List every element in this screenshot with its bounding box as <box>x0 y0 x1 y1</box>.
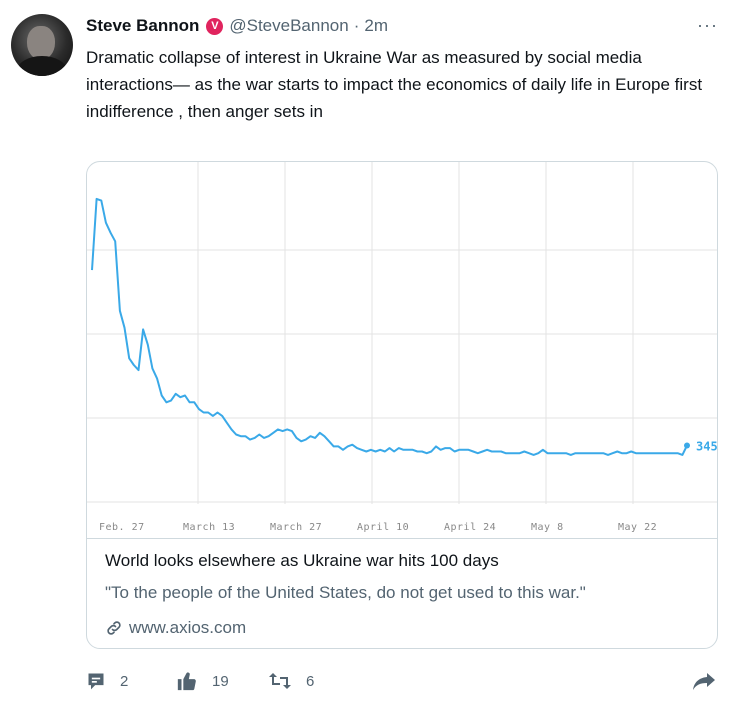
separator-dot: · <box>353 16 360 35</box>
x-tick-label: March 13 <box>183 522 235 533</box>
more-options-icon[interactable]: ··· <box>697 15 718 36</box>
avatar[interactable] <box>11 14 73 76</box>
card-description: "To the people of the United States, do … <box>105 583 586 602</box>
share-icon <box>693 673 715 690</box>
share-button[interactable] <box>691 666 731 696</box>
x-tick-label: April 10 <box>357 522 409 533</box>
verified-badge-icon: V <box>206 17 224 35</box>
like-button[interactable]: 19 <box>176 666 229 696</box>
line-chart: Feb. 27 March 13 March 27 April 10 April 24 M… <box>87 162 717 533</box>
thumbs-up-icon <box>177 672 196 691</box>
retweet-icon <box>269 673 291 689</box>
tweet-text: Dramatic collapse of interest in Ukraine… <box>86 48 703 121</box>
avatar-face <box>27 26 55 60</box>
x-tick-label: April 24 <box>444 522 496 533</box>
reply-button[interactable]: 2 <box>86 666 128 696</box>
card-title: World looks elsewhere as Ukraine war hit… <box>105 551 499 570</box>
action-bar: 2 19 6 <box>86 666 721 696</box>
author-handle[interactable]: @SteveBannon <box>229 16 348 36</box>
reply-count: 2 <box>120 672 129 690</box>
author-name[interactable]: Steve Bannon <box>86 16 199 36</box>
reply-icon <box>88 673 104 690</box>
timestamp[interactable]: 2m <box>364 16 388 36</box>
card-chart-image: Feb. 27 March 13 March 27 April 10 April 24 M… <box>87 162 717 538</box>
x-tick-label: March 27 <box>270 522 322 533</box>
card-domain[interactable]: www.axios.com <box>105 618 246 638</box>
series-line <box>91 197 688 456</box>
x-tick-label: Feb. 27 <box>99 522 145 533</box>
card-meta[interactable]: World looks elsewhere as Ukraine war hit… <box>87 538 717 648</box>
retweet-count: 6 <box>306 672 315 690</box>
avatar-body <box>17 56 67 76</box>
card-domain-text: www.axios.com <box>129 618 247 637</box>
like-count: 19 <box>212 672 229 690</box>
end-value-label: 345 <box>696 440 717 454</box>
retweet-button[interactable]: 6 <box>268 666 314 696</box>
x-tick-label: May 22 <box>618 522 657 533</box>
link-icon <box>107 621 121 635</box>
end-point <box>684 442 690 449</box>
tweet-header: Steve Bannon V @SteveBannon · 2m <box>86 15 388 37</box>
x-tick-label: May 8 <box>531 522 564 533</box>
link-card[interactable]: Feb. 27 March 13 March 27 April 10 April 24 M… <box>86 161 718 649</box>
